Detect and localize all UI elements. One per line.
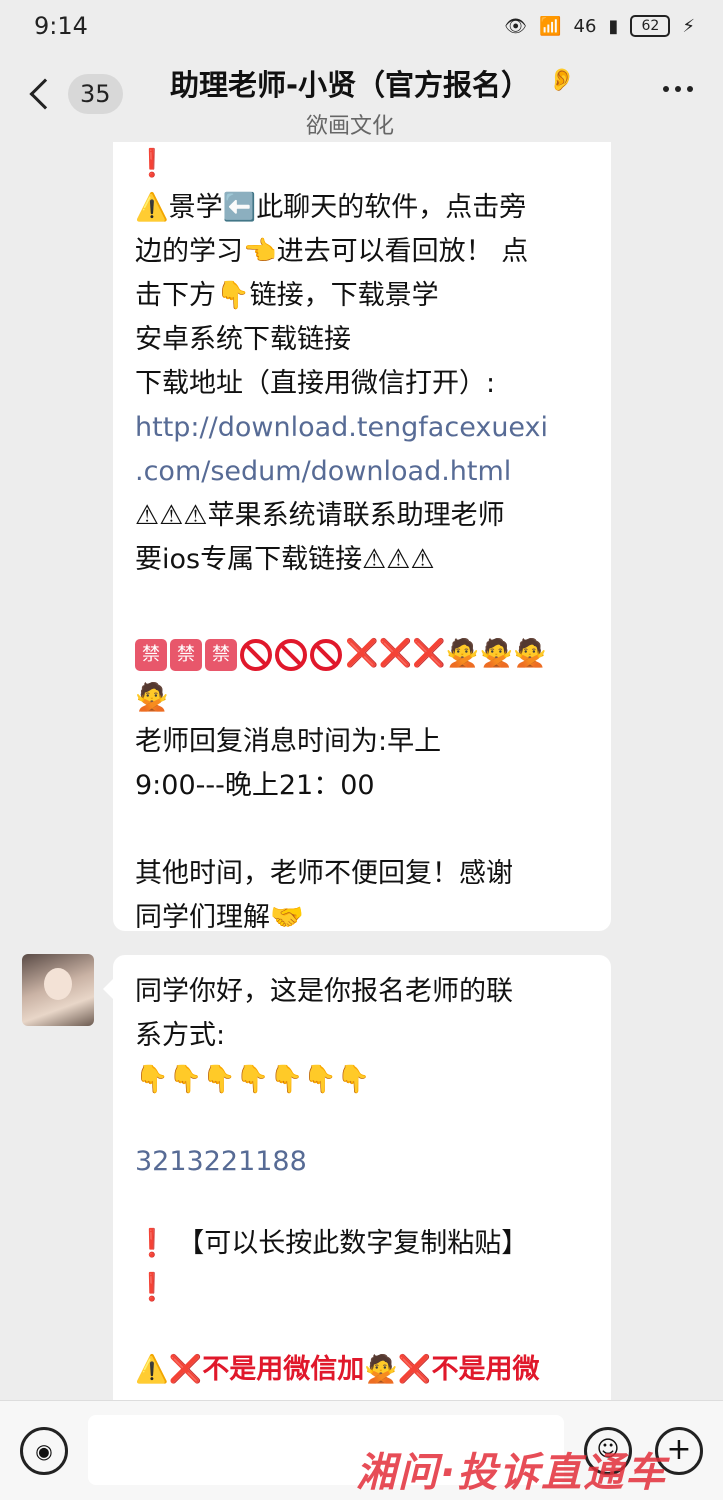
- chat-subtitle: 欲画文化: [305, 114, 394, 139]
- ban-icon: 禁: [205, 638, 237, 671]
- prohibition-emoji-row: 禁禁禁 ❌❌❌🙅🙅🙅: [135, 632, 589, 676]
- message-line: 要ios专属下载链接⚠⚠⚠: [135, 544, 435, 575]
- message-line: ⚠️景学⬅️此聊天的软件，点击旁: [135, 192, 527, 223]
- pointing-down-icon: 👇👇👇👇👇👇👇: [135, 1064, 371, 1095]
- cross-mark-icon: ❌: [378, 638, 413, 669]
- voice-icon[interactable]: ◉: [20, 1427, 68, 1475]
- download-link[interactable]: http://download.tengfacexuexi: [135, 406, 589, 450]
- message-line: 同学们理解🤝: [135, 902, 304, 933]
- exclamation-icon: ❗: [135, 148, 169, 179]
- message-line: [135, 1310, 589, 1348]
- message-line: 其他时间，老师不便回复！感谢: [135, 858, 513, 889]
- no-gesture-icon: 🙅🙅🙅: [445, 638, 547, 669]
- message-line: 系方式:: [135, 1020, 226, 1051]
- warning-icon: ⚠️: [135, 192, 169, 223]
- message-line: 9:00---晚上21：00: [135, 770, 375, 801]
- message-line: 安卓系统下载链接: [135, 324, 351, 355]
- status-bar: 9:14 👁 📶 46 ▮ 62 ⚡: [0, 0, 723, 52]
- eye-icon: 👁: [504, 15, 528, 37]
- cross-mark-icon: ❌: [412, 638, 446, 669]
- contact-number[interactable]: 3213221188: [135, 1140, 589, 1184]
- message-line: 老师回复消息时间为:早上: [135, 726, 442, 757]
- warning-icon: ⚠️: [135, 1354, 169, 1385]
- chevron-left-icon: [29, 78, 61, 110]
- message-bubble[interactable]: ❗ ⚠️景学⬅️此聊天的软件，点击旁 边的学习👈进去可以看回放！ 点 击下方👇链…: [113, 142, 611, 933]
- no-entry-icon: [275, 638, 307, 671]
- no-entry-icon: [240, 638, 272, 671]
- message-bubble[interactable]: 同学你好，这是你报名老师的联 系方式: 👇👇👇👇👇👇👇 3213221188 ❗…: [103, 955, 611, 1415]
- more-dot-icon: [675, 86, 681, 92]
- more-dot-icon: [663, 86, 669, 92]
- title-wrap: 助理老师-小贤（官方报名） 欲画文化: [120, 62, 580, 140]
- more-button[interactable]: [663, 86, 693, 92]
- message-line: 边的学习👈进去可以看回放！ 点: [135, 236, 529, 267]
- ear-icon: 👂: [548, 68, 576, 93]
- unread-badge: 35: [68, 74, 123, 114]
- message-line: [135, 808, 589, 852]
- charging-icon: ⚡: [682, 15, 695, 37]
- network-label: 46: [573, 15, 597, 37]
- no-entry-icon: [310, 638, 342, 671]
- download-link[interactable]: .com/sedum/download.html: [135, 450, 589, 494]
- no-gesture-icon: 🙅: [135, 682, 169, 713]
- message-line: 下载地址（直接用微信打开）:: [135, 368, 496, 399]
- message-line: ❗ 【可以长按此数字复制粘贴】: [135, 1228, 529, 1259]
- avatar[interactable]: [22, 954, 94, 1026]
- ban-icon: 禁: [170, 638, 202, 671]
- chat-header: 35 助理老师-小贤（官方报名） 欲画文化 👂: [0, 52, 723, 142]
- chat-title: 助理老师-小贤（官方报名）: [169, 68, 531, 102]
- exclamation-icon: ❗: [135, 1272, 169, 1303]
- battery-icon: 62: [630, 15, 671, 37]
- message-line: ⚠⚠⚠苹果系统请联系助理老师: [135, 500, 505, 531]
- more-dot-icon: [687, 86, 693, 92]
- status-icons: 👁 📶 46 ▮ 62 ⚡: [504, 15, 695, 37]
- signal-icon: ▮: [608, 15, 619, 37]
- message-line: 击下方👇链接，下载景学: [135, 280, 439, 311]
- battery-level: 62: [641, 18, 660, 34]
- message-line: [135, 1184, 589, 1222]
- ban-icon: 禁: [135, 638, 167, 671]
- message-line: 同学你好，这是你报名老师的联: [135, 976, 513, 1007]
- message-line: [135, 1102, 589, 1140]
- message-line: ⚠️❌不是用微信加🙅❌不是用微: [135, 1354, 540, 1385]
- wifi-icon: 📶: [539, 15, 562, 37]
- message-line: [135, 582, 589, 626]
- exclamation-icon: ❗: [135, 1228, 169, 1259]
- cross-mark-icon: ❌: [345, 638, 379, 669]
- back-button[interactable]: 35: [24, 74, 123, 114]
- watermark: 湘问·投诉直通车: [356, 1450, 668, 1496]
- status-time: 9:14: [34, 12, 88, 40]
